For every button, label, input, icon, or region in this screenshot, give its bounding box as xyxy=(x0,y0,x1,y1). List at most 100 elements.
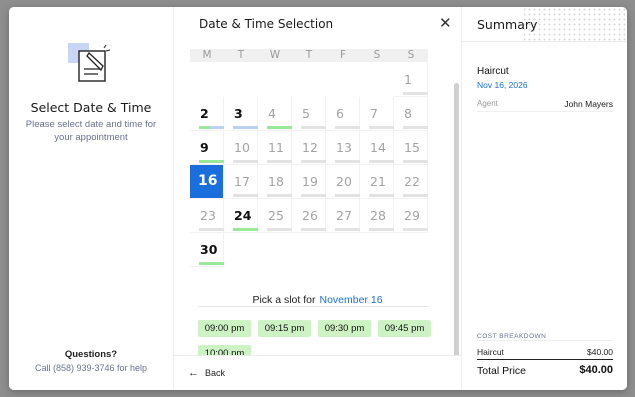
day-number: 3 xyxy=(234,106,243,121)
availability-bar xyxy=(301,160,326,163)
day-number: 5 xyxy=(302,106,310,121)
day-number: 14 xyxy=(370,140,386,155)
availability-bar xyxy=(403,194,428,197)
availability-bar xyxy=(369,194,394,197)
back-button[interactable]: ← Back xyxy=(188,367,225,379)
close-icon[interactable]: ✕ xyxy=(439,16,452,31)
calendar-day: 22 xyxy=(394,165,428,199)
day-number: 1 xyxy=(404,72,412,87)
calendar-day: 6 xyxy=(326,97,360,131)
availability-bar xyxy=(335,126,360,129)
calendar-day: 8 xyxy=(394,97,428,131)
day-number: 24 xyxy=(234,208,252,223)
calendar-day[interactable]: 3 xyxy=(224,97,258,131)
left-panel: Select Date & Time Please select date an… xyxy=(9,7,174,390)
availability-bar xyxy=(199,160,224,163)
time-slot-button[interactable]: 09:15 pm xyxy=(258,320,311,337)
calendar-day: 5 xyxy=(292,97,326,131)
weekday-label: F xyxy=(339,49,347,61)
day-number: 7 xyxy=(370,106,378,121)
booking-modal: Select Date & Time Please select date an… xyxy=(9,7,627,390)
availability-bar xyxy=(335,228,360,231)
calendar-day: 11 xyxy=(258,131,292,165)
day-number: 9 xyxy=(200,140,209,155)
day-number: 25 xyxy=(268,208,284,223)
day-number: 17 xyxy=(234,174,250,189)
day-number: 30 xyxy=(200,242,218,257)
day-number: 18 xyxy=(268,174,284,189)
total-label: Total Price xyxy=(477,365,527,377)
service-date: Nov 16, 2026 xyxy=(477,80,528,90)
availability-bar xyxy=(233,160,258,163)
time-slot-button[interactable]: 09:45 pm xyxy=(378,320,431,337)
slot-divider xyxy=(198,306,428,307)
calendar-day: 13 xyxy=(326,131,360,165)
weekday-label: M xyxy=(202,49,212,61)
slot-heading-prefix: Pick a slot for xyxy=(246,294,318,306)
calendar-day: 4 xyxy=(258,97,292,131)
availability-bar xyxy=(335,160,360,163)
agent-label: Agent xyxy=(477,99,498,108)
calendar-day[interactable]: 30 xyxy=(190,233,224,267)
center-title: Date & Time Selection xyxy=(199,17,334,31)
day-number: 8 xyxy=(404,106,412,121)
calendar-day: 10 xyxy=(224,131,258,165)
availability-bar xyxy=(267,228,292,231)
availability-bar xyxy=(403,92,428,95)
weekday-label: W xyxy=(269,49,281,61)
day-number: 12 xyxy=(302,140,318,155)
day-number: 27 xyxy=(336,208,352,223)
availability-bar xyxy=(369,160,394,163)
time-slot-button[interactable]: 10:00 pm xyxy=(198,345,251,355)
day-number: 23 xyxy=(200,208,216,223)
calendar-day[interactable]: 9 xyxy=(190,131,224,165)
availability-bar xyxy=(233,228,258,231)
availability-bar xyxy=(267,194,292,197)
calendar-day: 29 xyxy=(394,199,428,233)
day-number: 21 xyxy=(370,174,386,189)
day-number: 10 xyxy=(234,140,250,155)
calendar-day[interactable]: 24 xyxy=(224,199,258,233)
time-slot-button[interactable]: 09:30 pm xyxy=(318,320,371,337)
day-number: 22 xyxy=(404,174,420,189)
calendar-day: 1 xyxy=(394,63,428,97)
day-number: 15 xyxy=(404,140,420,155)
availability-bar xyxy=(301,228,326,231)
availability-bar xyxy=(199,262,224,265)
slot-heading: Pick a slot for November 16 xyxy=(174,294,461,306)
day-number: 11 xyxy=(268,140,284,155)
day-number: 16 xyxy=(198,173,218,189)
day-number: 4 xyxy=(268,106,276,121)
calendar-day: 23 xyxy=(190,199,224,233)
day-number: 13 xyxy=(336,140,352,155)
total-divider xyxy=(477,359,613,360)
divider xyxy=(477,111,613,112)
total-value: $40.00 xyxy=(579,364,613,376)
weekday-label: S xyxy=(407,49,415,61)
cost-breakdown-header: COST BREAKDOWN xyxy=(477,333,547,340)
calendar-day: 20 xyxy=(326,165,360,199)
calendar-scroll-area[interactable]: MTWTFSS 1 2 3 4 5 6 7 8 9 10 11 12 13 14 15 16 17 18 19 20 2… xyxy=(174,43,461,355)
help-phone[interactable]: Call (858) 939-3746 for help xyxy=(9,363,173,373)
scrollbar[interactable] xyxy=(454,83,459,359)
back-label: Back xyxy=(205,368,226,378)
time-slot-button[interactable]: 09:00 pm xyxy=(198,320,251,337)
availability-bar xyxy=(233,126,258,129)
availability-bar xyxy=(301,126,326,129)
availability-bar xyxy=(199,126,224,129)
calendar-day: 14 xyxy=(360,131,394,165)
availability-bar xyxy=(369,228,394,231)
calendar-day: 27 xyxy=(326,199,360,233)
center-footer: ← Back xyxy=(174,355,461,390)
availability-bar xyxy=(233,194,258,197)
calendar-day-selected[interactable]: 16 xyxy=(190,165,224,199)
day-number: 19 xyxy=(302,174,318,189)
calendar-day[interactable]: 2 xyxy=(190,97,224,131)
calendar-day: 17 xyxy=(224,165,258,199)
availability-bar xyxy=(369,126,394,129)
service-name: Haircut xyxy=(477,66,509,77)
availability-bar xyxy=(267,126,292,129)
availability-bar xyxy=(199,228,224,231)
summary-panel: Summary Haircut Nov 16, 2026 Agent John … xyxy=(462,7,627,390)
day-number: 2 xyxy=(200,106,209,121)
